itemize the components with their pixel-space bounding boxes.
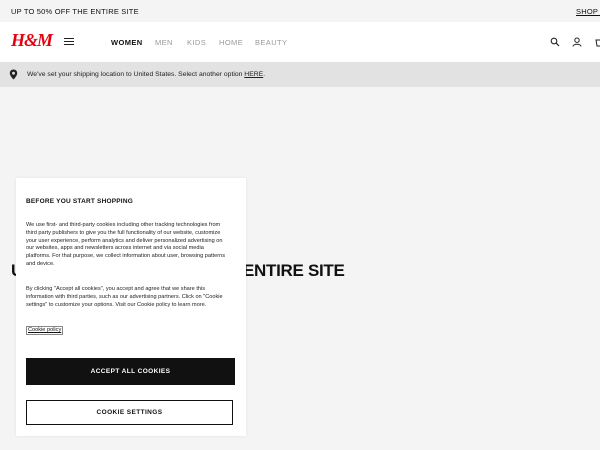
- promo-banner: UP TO 50% OFF THE ENTIRE SITE SHOP I: [0, 0, 600, 22]
- account-icon[interactable]: [572, 37, 582, 47]
- cookie-policy-link[interactable]: Cookie policy: [26, 326, 64, 335]
- cart-icon[interactable]: [595, 37, 600, 47]
- accept-all-cookies-button[interactable]: ACCEPT ALL COOKIES: [26, 358, 235, 385]
- cookie-modal-title: BEFORE YOU START SHOPPING: [26, 198, 133, 205]
- hero-text-right: ENTIRE SITE: [243, 261, 345, 280]
- cookie-consent-modal: BEFORE YOU START SHOPPING We use first- …: [16, 178, 246, 436]
- brand-logo[interactable]: H&M: [11, 30, 53, 51]
- nav-item-men[interactable]: MEN: [155, 38, 173, 47]
- search-icon[interactable]: [550, 37, 560, 47]
- cookie-paragraph-2: By clicking "Accept all cookies", you ac…: [26, 286, 223, 308]
- site-header: H&M WOMEN MEN KIDS HOME BEAUTY: [0, 22, 600, 62]
- shipping-here-link[interactable]: HERE: [244, 71, 263, 78]
- cookie-paragraph-1: We use first- and third-party cookies in…: [26, 222, 225, 267]
- nav-item-women[interactable]: WOMEN: [111, 38, 143, 47]
- nav-item-kids[interactable]: KIDS: [187, 38, 206, 47]
- shipping-location-bar: We've set your shipping location to Unit…: [0, 62, 600, 87]
- promo-shop-link[interactable]: SHOP I: [576, 7, 600, 16]
- shipping-message: We've set your shipping location to Unit…: [27, 71, 266, 78]
- nav-item-beauty[interactable]: BEAUTY: [255, 38, 287, 47]
- menu-icon[interactable]: [64, 38, 74, 46]
- cookie-settings-button[interactable]: COOKIE SETTINGS: [26, 400, 233, 425]
- location-pin-icon: [9, 69, 18, 80]
- nav-item-home[interactable]: HOME: [219, 38, 243, 47]
- promo-text: UP TO 50% OFF THE ENTIRE SITE: [11, 7, 139, 16]
